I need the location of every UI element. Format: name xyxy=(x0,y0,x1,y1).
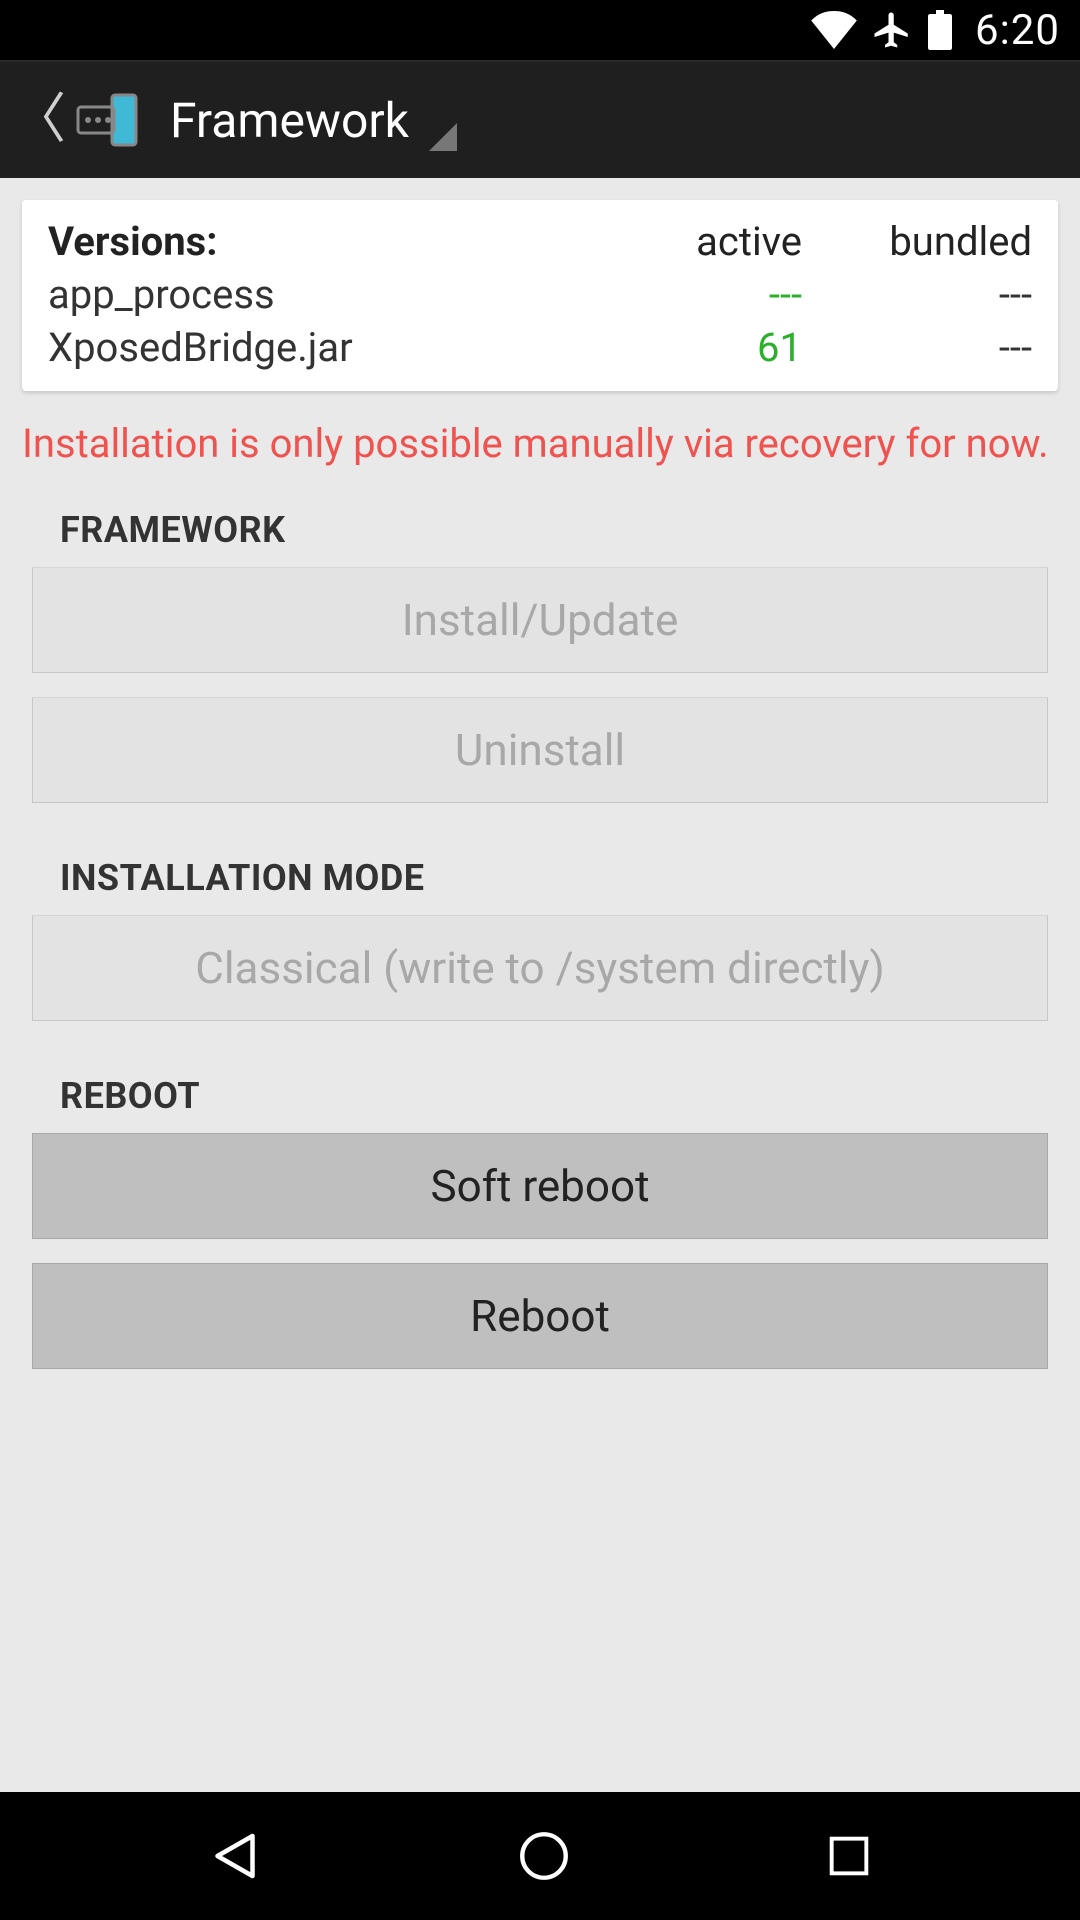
status-time: 6:20 xyxy=(975,6,1060,55)
nav-recents-button[interactable] xyxy=(823,1830,875,1882)
navigation-bar xyxy=(0,1792,1080,1920)
versions-row: app_process --- --- xyxy=(48,271,1032,318)
installation-mode-button[interactable]: Classical (write to /system directly) xyxy=(32,915,1048,1021)
versions-col-active: active xyxy=(602,218,802,265)
versions-row-name: XposedBridge.jar xyxy=(48,324,602,371)
installation-warning: Installation is only possible manually v… xyxy=(0,391,1080,479)
versions-row: XposedBridge.jar 61 --- xyxy=(48,324,1032,371)
content-area: Versions: active bundled app_process ---… xyxy=(0,178,1080,1792)
versions-row-active: --- xyxy=(602,271,802,318)
spinner-indicator-icon xyxy=(429,123,457,151)
uninstall-button[interactable]: Uninstall xyxy=(32,697,1048,803)
battery-icon xyxy=(927,10,953,50)
versions-col-bundled: bundled xyxy=(802,218,1032,265)
app-icon xyxy=(72,85,142,155)
nav-back-button[interactable] xyxy=(205,1826,265,1886)
versions-row-active: 61 xyxy=(602,324,802,371)
versions-card: Versions: active bundled app_process ---… xyxy=(22,200,1058,391)
up-button[interactable]: 〈 xyxy=(12,85,142,155)
reboot-button[interactable]: Reboot xyxy=(32,1263,1048,1369)
versions-row-bundled: --- xyxy=(802,324,1032,371)
page-title: Framework xyxy=(170,92,409,149)
install-update-button[interactable]: Install/Update xyxy=(32,567,1048,673)
title-spinner[interactable]: Framework xyxy=(142,89,457,151)
wifi-icon xyxy=(811,11,857,49)
action-bar: 〈 Framework xyxy=(0,60,1080,178)
airplane-mode-icon xyxy=(871,9,913,51)
soft-reboot-button[interactable]: Soft reboot xyxy=(32,1133,1048,1239)
section-title-reboot: REBOOT xyxy=(0,1045,1080,1133)
section-title-framework: FRAMEWORK xyxy=(0,479,1080,567)
nav-home-button[interactable] xyxy=(515,1827,573,1885)
status-bar: 6:20 xyxy=(0,0,1080,60)
versions-row-name: app_process xyxy=(48,271,602,318)
versions-row-bundled: --- xyxy=(802,271,1032,318)
versions-title: Versions: xyxy=(48,218,602,265)
back-caret-icon: 〈 xyxy=(12,93,66,147)
section-title-installation-mode: INSTALLATION MODE xyxy=(0,827,1080,915)
